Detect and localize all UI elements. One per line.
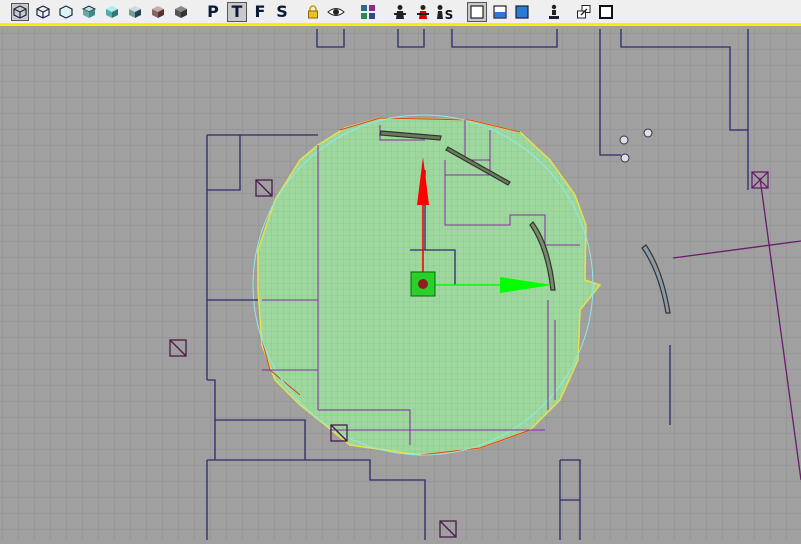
textured-cube-icon[interactable] xyxy=(126,3,144,21)
viewport-toolbar: P T F S S xyxy=(0,0,801,26)
side-view-label: S xyxy=(276,2,288,21)
eye-icon[interactable] xyxy=(327,3,345,21)
solid-cube-icon[interactable] xyxy=(80,3,98,21)
actor-s-label: S xyxy=(444,7,454,22)
wireframe-cube-icon[interactable] xyxy=(11,3,29,21)
restore-window-icon[interactable] xyxy=(575,3,593,21)
top-view-button[interactable]: T xyxy=(227,2,247,22)
window-frame-icon[interactable] xyxy=(597,3,615,21)
gizmo-actor-icon xyxy=(418,279,428,289)
actor-icon[interactable] xyxy=(391,3,409,21)
dark-cube-icon[interactable] xyxy=(172,3,190,21)
front-view-button[interactable]: F xyxy=(251,3,269,21)
lock-icon[interactable] xyxy=(304,3,322,21)
perspective-view-label: P xyxy=(207,2,219,21)
shaded-cube-icon[interactable] xyxy=(103,3,121,21)
top-view-label: T xyxy=(231,2,243,21)
maximize-frame-icon[interactable] xyxy=(467,2,487,22)
front-view-label: F xyxy=(254,2,266,21)
side-view-button[interactable]: S xyxy=(273,3,291,21)
perspective-view-button[interactable]: P xyxy=(204,3,222,21)
wireframe-cube-alt-icon[interactable] xyxy=(34,3,52,21)
actor-s-icon[interactable]: S xyxy=(434,3,454,21)
person-gizmo-icon[interactable] xyxy=(545,3,563,21)
hidden-line-cube-icon[interactable] xyxy=(57,3,75,21)
half-blue-frame-icon[interactable] xyxy=(491,3,509,21)
lit-cube-icon[interactable] xyxy=(149,3,167,21)
blue-frame-icon[interactable] xyxy=(513,3,531,21)
top-viewport[interactable] xyxy=(0,29,801,540)
grid-tile-icon[interactable] xyxy=(359,3,377,21)
red-actor-icon[interactable] xyxy=(414,3,432,21)
